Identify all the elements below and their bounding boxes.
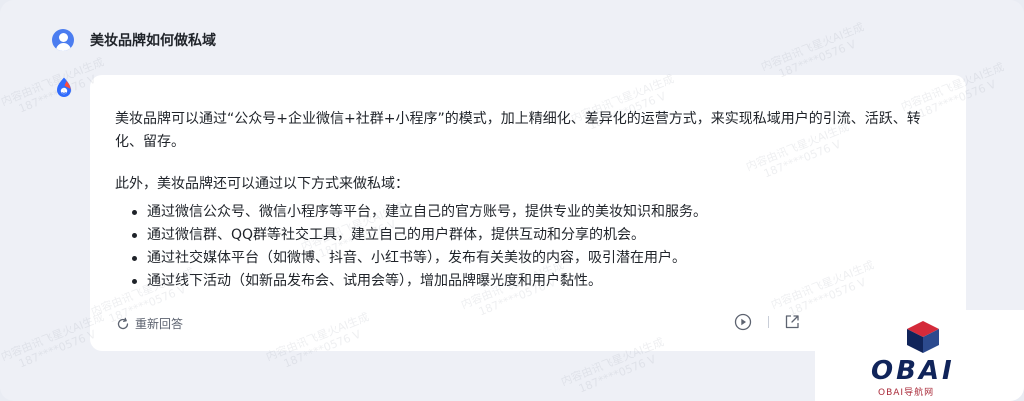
list-item: 通过线下活动（如新品发布会、试用会等），增加品牌曝光度和用户黏性。 bbox=[115, 270, 707, 293]
list-item: 通过社交媒体平台（如微博、抖音、小红书等），发布有关美妆的内容，吸引潜在用户。 bbox=[115, 247, 707, 270]
brand-overlay: OBAI OBAI导航网 bbox=[815, 310, 1024, 401]
user-message-row: 美妆品牌如何做私域 bbox=[52, 28, 216, 52]
list-item-text: 通过线下活动（如新品发布会、试用会等），增加品牌曝光度和用户黏性。 bbox=[147, 273, 602, 289]
user-message-text: 美妆品牌如何做私域 bbox=[90, 33, 216, 49]
action-divider bbox=[768, 316, 769, 328]
user-avatar-icon bbox=[52, 29, 74, 51]
brand-name: OBAI bbox=[871, 356, 955, 386]
refresh-icon bbox=[117, 317, 129, 329]
brand-subtitle: OBAI导航网 bbox=[878, 388, 935, 398]
chat-window: 美妆品牌如何做私域 美妆品牌可以通过“公众号+企业微信+社群+小程序”的模式，加… bbox=[0, 0, 1024, 401]
regenerate-button[interactable]: 重新回答 bbox=[116, 315, 183, 332]
list-item: 通过微信公众号、微信小程序等平台，建立自己的官方账号，提供专业的美妆知识和服务。 bbox=[115, 201, 707, 224]
spark-logo-icon bbox=[57, 77, 71, 97]
play-circle-icon[interactable] bbox=[734, 313, 752, 331]
list-item-text: 通过微信公众号、微信小程序等平台，建立自己的官方账号，提供专业的美妆知识和服务。 bbox=[147, 204, 707, 220]
answer-actions bbox=[734, 313, 801, 331]
answer-paragraph-2: 此外，美妆品牌还可以通过以下方式来做私域： bbox=[115, 176, 409, 192]
share-icon[interactable] bbox=[783, 313, 801, 331]
answer-paragraph-1: 美妆品牌可以通过“公众号+企业微信+社群+小程序”的模式，加上精细化、差异化的运… bbox=[115, 111, 921, 150]
list-item: 通过微信群、QQ群等社交工具，建立自己的用户群体，提供互动和分享的机会。 bbox=[115, 224, 707, 247]
answer-bullet-list: 通过微信公众号、微信小程序等平台，建立自己的官方账号，提供专业的美妆知识和服务。… bbox=[115, 201, 707, 293]
list-item-text: 通过社交媒体平台（如微博、抖音、小红书等），发布有关美妆的内容，吸引潜在用户。 bbox=[147, 250, 686, 266]
cube-logo-icon bbox=[907, 321, 939, 353]
regenerate-label: 重新回答 bbox=[135, 317, 184, 331]
list-item-text: 通过微信群、QQ群等社交工具，建立自己的用户群体，提供互动和分享的机会。 bbox=[147, 227, 646, 243]
